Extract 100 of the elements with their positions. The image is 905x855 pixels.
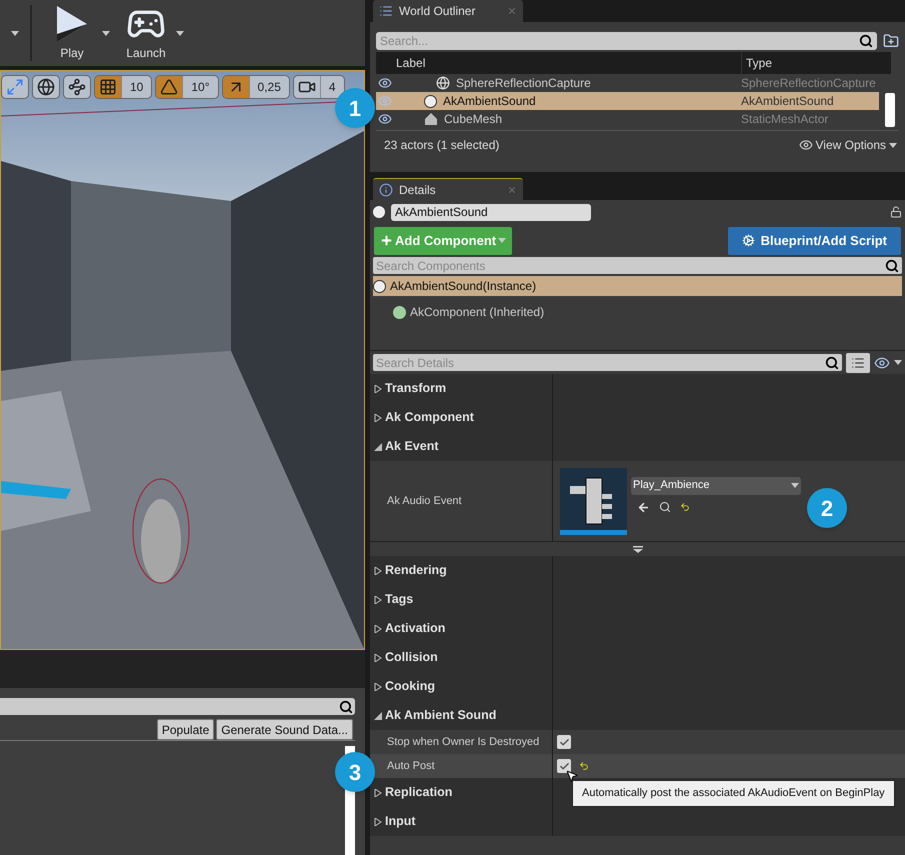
category-label: Ak Event — [385, 438, 438, 456]
check-icon — [558, 736, 570, 748]
snap-toggle[interactable] — [156, 76, 182, 98]
dropdown-caret-icon — [102, 30, 110, 36]
actor-type: SphereReflectionCapture — [741, 75, 876, 92]
use-selected-icon[interactable] — [637, 500, 650, 514]
category-label: Transform — [385, 380, 446, 398]
gear-icon — [742, 234, 755, 247]
eye-icon — [798, 138, 813, 152]
component-label: AkComponent (Inherited) — [410, 304, 544, 321]
category-header[interactable]: Ak Event — [370, 432, 905, 461]
checkbox[interactable] — [557, 735, 571, 749]
category-label: Ak Component — [385, 409, 474, 426]
toolbar-button[interactable]: Play — [42, 4, 102, 62]
snap-value-button[interactable]: 10 — [121, 76, 152, 98]
search-icon — [885, 258, 899, 272]
dropdown-caret-icon — [176, 30, 184, 36]
component-row[interactable]: AkComponent (Inherited) — [373, 302, 902, 322]
snap-value-button[interactable]: 10° — [182, 76, 218, 98]
checkbox[interactable] — [557, 759, 571, 773]
angle-icon — [160, 78, 178, 96]
caret-icon — [791, 483, 799, 488]
category-header[interactable]: Activation — [370, 614, 905, 643]
category-header[interactable]: Transform — [370, 374, 905, 403]
actor-label: SphereReflectionCapture — [456, 75, 591, 92]
caret-icon — [498, 238, 506, 243]
panel-button[interactable]: Populate — [156, 719, 214, 740]
toolbar-button[interactable]: Launch — [116, 4, 176, 62]
reset-arrow-icon[interactable] — [579, 761, 589, 771]
outliner-row[interactable]: CubeMesh StaticMeshActor — [376, 110, 879, 128]
visibility-icon[interactable] — [378, 112, 392, 126]
category-label: Rendering — [385, 562, 447, 580]
expand-arrow-icon — [632, 546, 642, 552]
component-row[interactable]: AkAmbientSound(Instance) — [373, 276, 902, 296]
surface-snap-icon — [68, 78, 86, 96]
category-header[interactable]: Ak Component — [370, 403, 905, 432]
column-header[interactable]: Label — [376, 52, 741, 74]
category-header[interactable]: Rendering — [370, 556, 905, 585]
eye-icon[interactable] — [874, 354, 890, 370]
actor-label: CubeMesh — [444, 111, 502, 128]
category-header[interactable]: Ak Ambient Sound — [370, 701, 905, 730]
search-field[interactable] — [0, 698, 355, 715]
close-icon[interactable] — [507, 6, 517, 16]
visibility-icon[interactable] — [378, 76, 392, 90]
actor-type: AkAmbientSound — [741, 93, 834, 110]
event-dropdown[interactable]: Play_Ambience — [631, 476, 801, 494]
actor-type: StaticMeshActor — [741, 111, 828, 128]
audio-event-thumbnail — [560, 468, 627, 534]
globe-icon — [436, 76, 450, 90]
actor-count: 23 actors (1 selected) — [384, 137, 500, 154]
blueprint-button[interactable]: Blueprint/Add Script — [728, 226, 901, 254]
snap-toggle[interactable] — [222, 76, 249, 98]
add-folder-icon[interactable] — [883, 33, 899, 49]
category-label: Ak Ambient Sound — [385, 707, 496, 724]
dropdown-caret-icon — [11, 30, 19, 36]
category-label: Activation — [385, 620, 446, 638]
snap-toggle[interactable] — [95, 76, 121, 98]
panel-tab[interactable]: Details — [373, 178, 523, 200]
caret-icon — [894, 360, 902, 365]
search-icon — [825, 356, 839, 370]
caret-icon — [889, 142, 897, 148]
play-icon — [55, 4, 89, 44]
component-label: AkAmbientSound(Instance) — [390, 278, 536, 295]
category-label: Collision — [385, 649, 438, 666]
actor-label: AkAmbientSound — [443, 93, 536, 110]
search-icon — [859, 34, 873, 48]
property-label: Stop when Owner Is Destroyed — [387, 734, 540, 750]
category-label: Replication — [385, 784, 452, 802]
lock-icon[interactable] — [890, 206, 902, 218]
search-icon — [339, 700, 353, 714]
close-icon[interactable] — [507, 184, 517, 194]
actor-name-field[interactable]: AkAmbientSound — [391, 204, 591, 220]
category-label: Cooking — [385, 678, 435, 696]
category-header[interactable]: Input — [370, 807, 905, 836]
table-view-button[interactable] — [846, 352, 870, 372]
scrollbar[interactable] — [885, 93, 895, 127]
property-label: Ak Audio Event — [387, 494, 462, 509]
info-icon — [379, 182, 393, 196]
globe-icon — [37, 78, 55, 96]
check-icon — [558, 760, 570, 772]
column-header[interactable]: Type — [741, 52, 891, 74]
mouse-cursor-icon — [565, 769, 579, 783]
search-icon[interactable] — [659, 501, 671, 513]
reset-arrow-icon[interactable] — [680, 502, 690, 512]
list-icon — [379, 4, 393, 18]
plus-icon — [380, 234, 393, 247]
view-options-button[interactable]: View Options — [798, 136, 897, 154]
panel-tab[interactable]: World Outliner — [373, 0, 523, 22]
scale-icon — [6, 78, 24, 96]
house-icon — [424, 112, 438, 126]
property-label: Auto Post — [387, 758, 435, 774]
list-icon — [851, 356, 865, 370]
category-label: Tags — [385, 591, 414, 608]
category-header[interactable]: Cooking — [370, 672, 905, 701]
category-header[interactable]: Tags — [370, 585, 905, 614]
outliner-row[interactable]: AkAmbientSound AkAmbientSound — [376, 92, 879, 110]
outliner-row[interactable]: SphereReflectionCapture SphereReflectionCapture — [376, 74, 879, 92]
category-header[interactable]: Collision — [370, 643, 905, 672]
panel-button[interactable]: Generate Sound Data... — [216, 719, 353, 740]
snap-value-button[interactable]: 0,25 — [248, 76, 289, 98]
